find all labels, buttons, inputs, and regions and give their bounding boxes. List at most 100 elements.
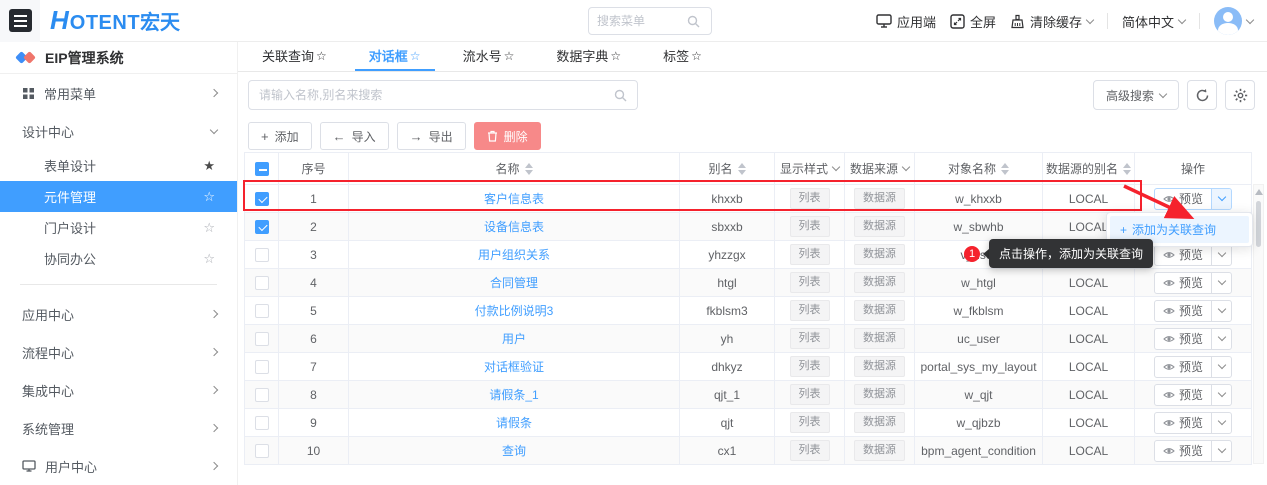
col-object-name[interactable]: 对象名称 — [915, 153, 1043, 184]
star-outline-icon[interactable]: ☆ — [203, 220, 215, 236]
preview-dropdown-toggle[interactable] — [1211, 245, 1231, 265]
sidebar-item-app-center[interactable]: 应用中心 — [0, 295, 237, 333]
preview-button[interactable]: 预览 — [1155, 273, 1211, 293]
clear-cache-button[interactable]: 清除缓存 — [1010, 12, 1093, 31]
scrollbar-thumb[interactable] — [1256, 201, 1261, 247]
sidebar-item-integration-center[interactable]: 集成中心 — [0, 371, 237, 409]
star-outline-icon[interactable]: ☆ — [610, 49, 621, 63]
dialog-name-link[interactable]: 设备信息表 — [484, 218, 544, 235]
preview-dropdown-toggle[interactable] — [1211, 413, 1231, 433]
sort-icon[interactable] — [738, 163, 746, 175]
row-checkbox[interactable] — [255, 332, 269, 346]
row-checkbox[interactable] — [255, 416, 269, 430]
preview-split-button[interactable]: 预览 — [1154, 272, 1232, 294]
advanced-search-button[interactable]: 高级搜索 — [1093, 80, 1179, 110]
settings-gear-button[interactable] — [1225, 80, 1255, 110]
preview-split-button[interactable]: 预览 — [1154, 188, 1232, 210]
sidebar-item-form-design[interactable]: 表单设计 ★ — [0, 150, 237, 181]
row-checkbox[interactable] — [255, 444, 269, 458]
dialog-name-link[interactable]: 付款比例说明3 — [475, 302, 554, 319]
add-button[interactable]: +添加 — [248, 122, 312, 150]
preview-dropdown-toggle[interactable] — [1211, 189, 1231, 209]
row-checkbox[interactable] — [255, 360, 269, 374]
dialog-name-link[interactable]: 请假条 — [496, 414, 532, 431]
preview-button[interactable]: 预览 — [1155, 329, 1211, 349]
avatar[interactable] — [1214, 7, 1242, 35]
preview-button[interactable]: 预览 — [1155, 441, 1211, 461]
preview-split-button[interactable]: 预览 — [1154, 440, 1232, 462]
preview-split-button[interactable]: 预览 — [1154, 328, 1232, 350]
star-outline-icon[interactable]: ☆ — [504, 49, 515, 63]
row-checkbox[interactable] — [255, 276, 269, 290]
preview-button[interactable]: 预览 — [1155, 245, 1211, 265]
tab-serial-number[interactable]: 流水号☆ — [449, 42, 529, 71]
row-checkbox[interactable] — [255, 220, 269, 234]
user-menu[interactable] — [1214, 7, 1253, 35]
preview-dropdown-toggle[interactable] — [1211, 357, 1231, 377]
scroll-up-icon[interactable] — [1255, 189, 1263, 195]
row-checkbox[interactable] — [255, 388, 269, 402]
dialog-name-link[interactable]: 合同管理 — [490, 274, 538, 291]
preview-dropdown-toggle[interactable] — [1211, 301, 1231, 321]
language-select[interactable]: 简体中文 — [1122, 12, 1185, 31]
dialog-name-link[interactable]: 请假条_1 — [489, 386, 538, 403]
menu-collapse-icon[interactable] — [9, 9, 32, 32]
export-button[interactable]: →导出 — [397, 122, 466, 150]
sort-icon[interactable] — [1001, 163, 1009, 175]
preview-button[interactable]: 预览 — [1155, 385, 1211, 405]
col-data-source[interactable]: 数据来源 — [845, 153, 915, 184]
star-outline-icon[interactable]: ☆ — [316, 49, 327, 63]
preview-button[interactable]: 预览 — [1155, 357, 1211, 377]
menu-search-input[interactable] — [597, 14, 687, 28]
dialog-name-link[interactable]: 客户信息表 — [484, 190, 544, 207]
dialog-name-link[interactable]: 用户 — [502, 330, 526, 347]
star-outline-icon[interactable]: ☆ — [203, 189, 215, 205]
col-name[interactable]: 名称 — [349, 153, 680, 184]
preview-dropdown-toggle[interactable] — [1211, 441, 1231, 461]
tab-data-dictionary[interactable]: 数据字典☆ — [542, 42, 635, 71]
preview-button[interactable]: 预览 — [1155, 301, 1211, 321]
sidebar-item-design-center[interactable]: 设计中心 — [0, 112, 237, 150]
row-checkbox[interactable] — [255, 304, 269, 318]
refresh-button[interactable] — [1187, 80, 1217, 110]
delete-button[interactable]: 删除 — [474, 122, 541, 150]
col-display-style[interactable]: 显示样式 — [775, 153, 845, 184]
fullscreen-button[interactable]: 全屏 — [950, 12, 996, 31]
row-checkbox[interactable] — [255, 248, 269, 262]
sidebar-item-collaborative-office[interactable]: 协同办公 ☆ — [0, 243, 237, 274]
col-alias[interactable]: 别名 — [680, 153, 775, 184]
import-button[interactable]: ←导入 — [320, 122, 389, 150]
tab-related-query[interactable]: 关联查询☆ — [248, 42, 341, 71]
dialog-name-link[interactable]: 用户组织关系 — [478, 246, 550, 263]
preview-dropdown-toggle[interactable] — [1211, 273, 1231, 293]
select-all-checkbox[interactable] — [255, 162, 269, 176]
star-outline-icon[interactable]: ☆ — [203, 251, 215, 267]
preview-dropdown-toggle[interactable] — [1211, 385, 1231, 405]
star-outline-icon[interactable]: ☆ — [691, 49, 702, 63]
filter-chevron-icon[interactable] — [902, 163, 910, 171]
dialog-name-link[interactable]: 查询 — [502, 442, 526, 459]
dialog-name-link[interactable]: 对话框验证 — [484, 358, 544, 375]
preview-split-button[interactable]: 预览 — [1154, 356, 1232, 378]
preview-split-button[interactable]: 预览 — [1154, 300, 1232, 322]
filter-chevron-icon[interactable] — [832, 163, 840, 171]
preview-button[interactable]: 预览 — [1155, 413, 1211, 433]
preview-split-button[interactable]: 预览 — [1154, 384, 1232, 406]
list-search-input[interactable] — [259, 88, 614, 102]
star-filled-icon[interactable]: ★ — [203, 158, 215, 174]
col-datasource-alias[interactable]: 数据源的别名 — [1043, 153, 1135, 184]
preview-split-button[interactable]: 预览 — [1154, 412, 1232, 434]
sort-icon[interactable] — [1123, 163, 1131, 175]
app-client-button[interactable]: 应用端 — [876, 12, 936, 31]
sidebar-item-user-center[interactable]: 用户中心 — [0, 447, 237, 485]
sidebar-item-portal-design[interactable]: 门户设计 ☆ — [0, 212, 237, 243]
sort-icon[interactable] — [525, 163, 533, 175]
sidebar-item-component-management[interactable]: 元件管理 ☆ — [0, 181, 237, 212]
sidebar-item-flow-center[interactable]: 流程中心 — [0, 333, 237, 371]
table-scrollbar[interactable] — [1253, 184, 1264, 464]
star-outline-icon[interactable]: ☆ — [410, 49, 421, 63]
sidebar-item-system-management[interactable]: 系统管理 — [0, 409, 237, 447]
tab-dialog[interactable]: 对话框☆ — [355, 42, 435, 71]
row-checkbox[interactable] — [255, 192, 269, 206]
sidebar-item-common-menu[interactable]: 常用菜单 — [0, 74, 237, 112]
